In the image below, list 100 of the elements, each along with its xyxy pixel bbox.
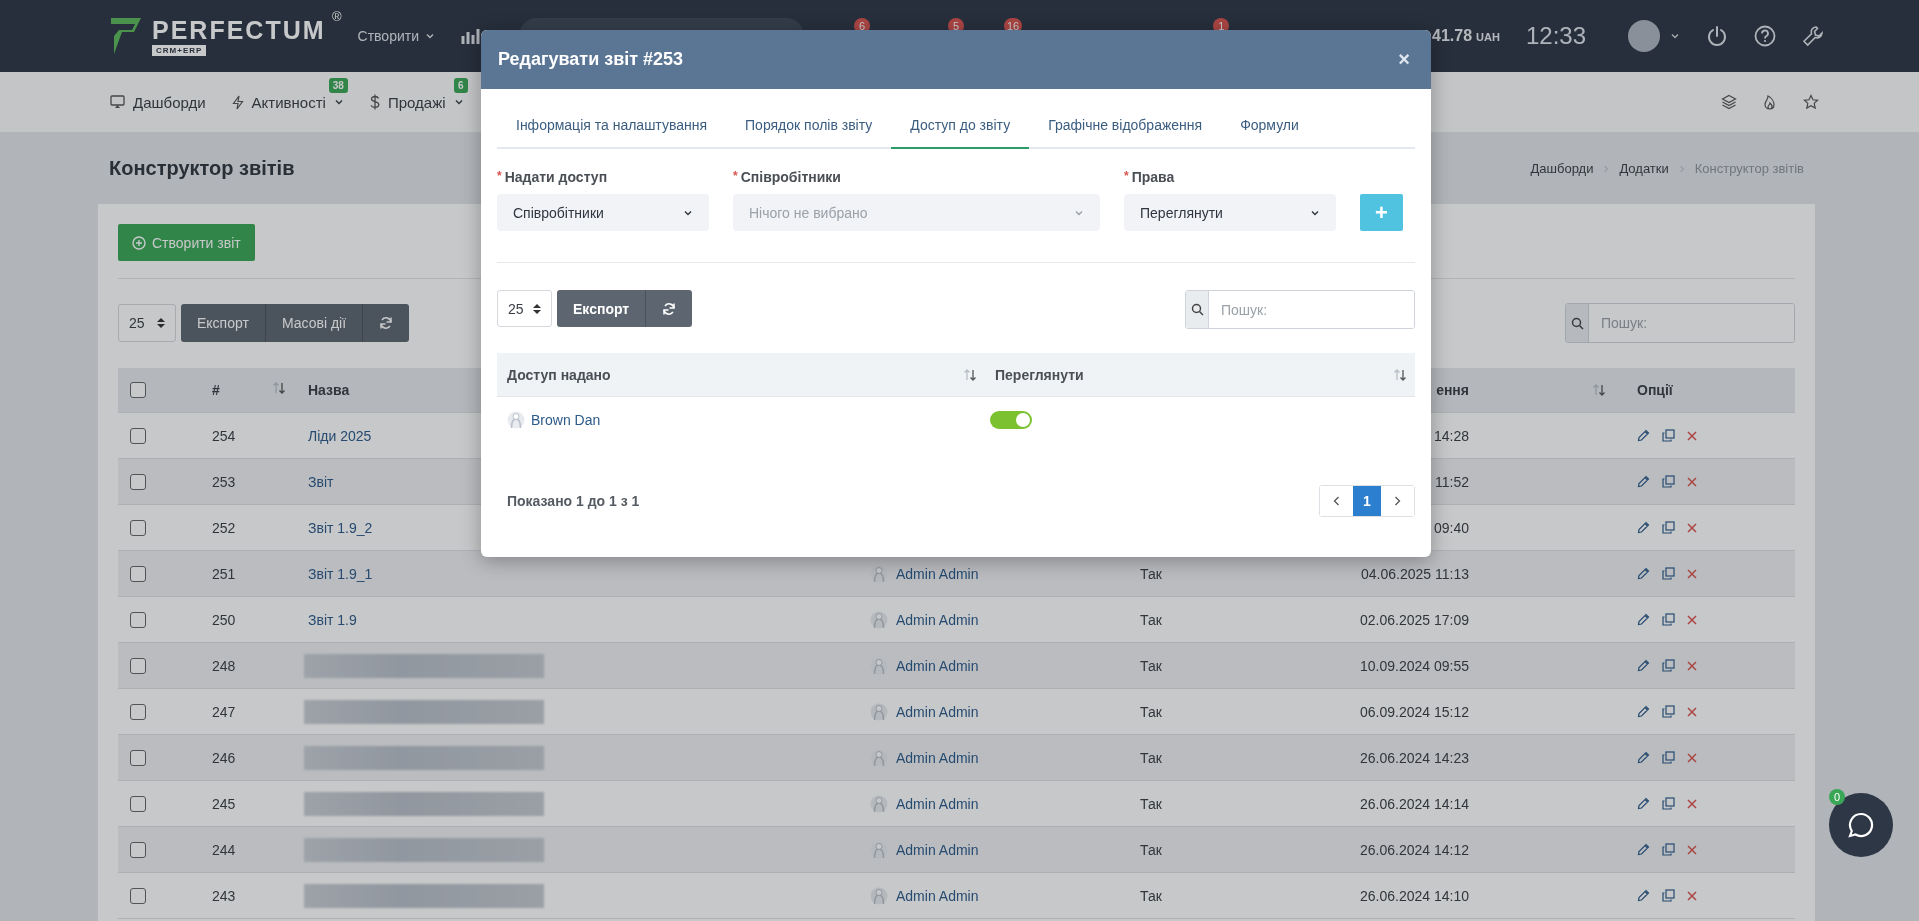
bar-chart-icon[interactable] <box>461 27 481 45</box>
page-button[interactable]: 1 <box>1353 486 1381 516</box>
copy-icon[interactable] <box>1662 521 1675 534</box>
export-button[interactable]: Експорт <box>557 290 647 327</box>
row-checkbox[interactable] <box>130 565 146 582</box>
column-header[interactable]: # <box>212 382 220 398</box>
author-link[interactable]: Admin Admin <box>870 748 1140 767</box>
edit-icon[interactable] <box>1637 659 1650 672</box>
delete-icon[interactable] <box>1687 430 1697 441</box>
copy-icon[interactable] <box>1662 889 1675 902</box>
report-link[interactable]: Звіт 1.9_2 <box>300 519 373 536</box>
row-checkbox[interactable] <box>130 841 146 858</box>
tab[interactable]: Формули <box>1221 103 1318 149</box>
copy-icon[interactable] <box>1662 659 1675 672</box>
user-link[interactable]: Brown Dan <box>497 411 985 429</box>
copy-icon[interactable] <box>1662 429 1675 442</box>
author-link[interactable]: Admin Admin <box>870 564 1140 583</box>
search-field[interactable]: Пошук: <box>1185 290 1415 329</box>
report-link[interactable]: Ліди 2025 <box>300 427 372 444</box>
refresh-button[interactable] <box>363 304 410 342</box>
edit-icon[interactable] <box>1637 429 1650 442</box>
delete-icon[interactable] <box>1687 798 1697 809</box>
row-checkbox[interactable] <box>130 795 146 812</box>
nav-item[interactable]: Дашборди <box>110 93 206 111</box>
layers-icon[interactable] <box>1721 94 1737 110</box>
page-size-select[interactable]: 25 <box>497 290 552 327</box>
row-checkbox[interactable] <box>130 427 146 444</box>
row-checkbox[interactable] <box>130 657 146 674</box>
row-checkbox[interactable] <box>130 519 146 536</box>
tab[interactable]: Доступ до звіту <box>891 103 1030 149</box>
power-icon[interactable] <box>1706 25 1728 47</box>
logo-icon[interactable] <box>110 17 142 55</box>
report-link[interactable]: Звіт 1.9_1 <box>300 565 373 582</box>
edit-icon[interactable] <box>1637 521 1650 534</box>
edit-icon[interactable] <box>1637 843 1650 856</box>
delete-icon[interactable] <box>1687 844 1697 855</box>
delete-icon[interactable] <box>1687 752 1697 763</box>
toggle-switch[interactable] <box>990 411 1032 429</box>
edit-icon[interactable] <box>1637 567 1650 580</box>
toolbar-button[interactable]: Масові дії <box>265 304 364 342</box>
row-checkbox[interactable] <box>130 703 146 720</box>
edit-icon[interactable] <box>1637 751 1650 764</box>
row-checkbox[interactable] <box>130 611 146 628</box>
delete-icon[interactable] <box>1687 614 1697 625</box>
edit-icon[interactable] <box>1637 705 1650 718</box>
edit-icon[interactable] <box>1637 475 1650 488</box>
author-link[interactable]: Admin Admin <box>870 610 1140 629</box>
search-field[interactable]: Пошук: <box>1565 303 1795 343</box>
refresh-button[interactable] <box>646 290 693 327</box>
copy-icon[interactable] <box>1662 475 1675 488</box>
copy-icon[interactable] <box>1662 843 1675 856</box>
toolbar-button[interactable]: Експорт <box>181 304 266 342</box>
author-link[interactable]: Admin Admin <box>870 702 1140 721</box>
star-icon[interactable] <box>1803 94 1819 110</box>
sort-icon[interactable] <box>1393 368 1407 381</box>
column-header[interactable]: Переглянути <box>995 366 1084 383</box>
dropdown-select[interactable]: Співробітники <box>497 194 709 231</box>
edit-icon[interactable] <box>1637 613 1650 626</box>
sort-icon[interactable] <box>963 368 977 381</box>
copy-icon[interactable] <box>1662 613 1675 626</box>
author-link[interactable]: Admin Admin <box>870 840 1140 859</box>
delete-icon[interactable] <box>1687 890 1697 901</box>
flame-icon[interactable] <box>1763 94 1777 110</box>
report-link[interactable]: Звіт <box>300 473 334 490</box>
delete-icon[interactable] <box>1687 476 1697 487</box>
delete-icon[interactable] <box>1687 706 1697 717</box>
nav-item[interactable]: Активності <box>231 93 344 111</box>
tab[interactable]: Графічне відображення <box>1029 103 1222 149</box>
author-link[interactable]: Admin Admin <box>870 656 1140 675</box>
copy-icon[interactable] <box>1662 567 1675 580</box>
author-link[interactable]: Admin Admin <box>870 794 1140 813</box>
close-button[interactable]: × <box>1394 48 1414 71</box>
author-link[interactable]: Admin Admin <box>870 886 1140 905</box>
delete-icon[interactable] <box>1687 522 1697 533</box>
help-icon[interactable] <box>1754 25 1776 47</box>
sort-icon[interactable] <box>272 382 286 394</box>
delete-icon[interactable] <box>1687 568 1697 579</box>
tab[interactable]: Інформація та налаштування <box>497 103 727 149</box>
copy-icon[interactable] <box>1662 797 1675 810</box>
tab[interactable]: Порядок полів звіту <box>726 103 892 149</box>
edit-icon[interactable] <box>1637 889 1650 902</box>
row-checkbox[interactable] <box>130 473 146 490</box>
edit-icon[interactable] <box>1637 797 1650 810</box>
copy-icon[interactable] <box>1662 705 1675 718</box>
create-menu[interactable]: Створити <box>357 28 435 44</box>
column-header[interactable]: Доступ надано <box>507 366 611 383</box>
page-size-select[interactable]: 25 <box>118 304 176 342</box>
copy-icon[interactable] <box>1662 751 1675 764</box>
report-link[interactable]: Звіт 1.9 <box>300 611 357 628</box>
sort-icon[interactable] <box>1592 384 1606 396</box>
breadcrumb-link[interactable]: Додатки <box>1619 161 1669 176</box>
row-checkbox[interactable] <box>130 887 146 904</box>
delete-icon[interactable] <box>1687 660 1697 671</box>
wrench-icon[interactable] <box>1802 25 1824 47</box>
breadcrumb-link[interactable]: Дашборди <box>1530 161 1594 176</box>
dropdown-select[interactable]: Переглянути <box>1124 194 1336 231</box>
select-all-checkbox[interactable] <box>130 382 146 398</box>
user-avatar[interactable] <box>1628 20 1660 52</box>
nav-item[interactable]: Продажі <box>369 93 464 111</box>
row-checkbox[interactable] <box>130 749 146 766</box>
